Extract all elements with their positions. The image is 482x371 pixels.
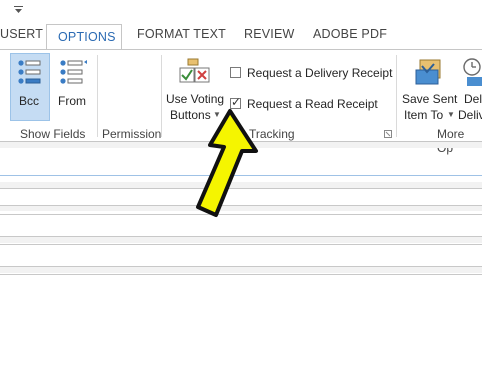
- delay-delivery-label-line1[interactable]: Del: [464, 92, 482, 106]
- bcc-icon[interactable]: [16, 57, 44, 87]
- delay-delivery-icon[interactable]: [461, 56, 482, 88]
- read-receipt-label[interactable]: Request a Read Receipt: [247, 97, 378, 111]
- dialog-launcher-icon[interactable]: [384, 130, 392, 138]
- header-band: [0, 237, 482, 243]
- save-sent-label-line1[interactable]: Save Sent: [402, 92, 457, 106]
- group-separator: [161, 55, 162, 137]
- quick-access-toolbar: [0, 0, 482, 22]
- from-label: From: [58, 94, 86, 108]
- delivery-receipt-checkbox[interactable]: [230, 67, 241, 78]
- from-icon[interactable]: [58, 57, 88, 87]
- group-separator: [396, 55, 397, 137]
- tab-adobe-pdf[interactable]: ADOBE PDF: [313, 27, 387, 41]
- group-separator: [97, 55, 98, 137]
- field-divider: [0, 244, 482, 245]
- header-band: [0, 267, 482, 273]
- delay-delivery-label-line2[interactable]: Deliv: [458, 108, 482, 122]
- delivery-receipt-label[interactable]: Request a Delivery Receipt: [247, 66, 392, 80]
- customize-toolbar-icon[interactable]: [14, 6, 23, 14]
- group-label-more-options: More Op: [437, 127, 465, 155]
- yellow-arrow: [196, 109, 258, 217]
- body-top-line: [0, 274, 482, 275]
- tab-review[interactable]: REVIEW: [244, 27, 295, 41]
- voting-buttons-label-line1[interactable]: Use Voting: [166, 92, 224, 106]
- group-label-show-fields: Show Fields: [20, 127, 86, 141]
- bcc-label: Bcc: [19, 94, 40, 108]
- tab-insert[interactable]: USERT: [0, 27, 43, 41]
- save-sent-item-icon[interactable]: [412, 56, 444, 88]
- voting-buttons-icon[interactable]: [178, 58, 212, 88]
- save-sent-label-line2[interactable]: Item To: [404, 108, 443, 122]
- tab-format-text[interactable]: FORMAT TEXT: [137, 27, 226, 41]
- chevron-down-icon[interactable]: ▼: [447, 110, 455, 119]
- tab-options[interactable]: OPTIONS: [58, 30, 116, 44]
- group-label-permission: Permission: [102, 127, 162, 141]
